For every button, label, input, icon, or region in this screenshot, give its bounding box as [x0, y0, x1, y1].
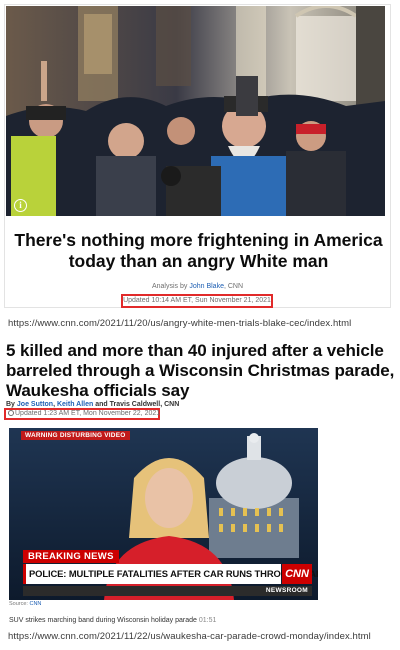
lower-third-caption: POLICE: MULTIPLE FATALITIES AFTER CAR RU…	[23, 564, 318, 584]
headline-2[interactable]: 5 killed and more than 40 injured after …	[6, 341, 398, 401]
author-link-1[interactable]: Joe Sutton	[17, 401, 53, 408]
byline-suffix: , CNN	[223, 283, 244, 290]
article-card-1: i There's nothing more frightening in Am…	[4, 4, 391, 308]
byline-prefix: Analysis by	[151, 283, 190, 290]
hero-photo[interactable]: i	[6, 6, 385, 216]
updated-timestamp: Updated 10:14 AM ET, Sun November 21, 20…	[121, 294, 273, 308]
crowd-photo-illustration	[6, 6, 385, 216]
cnn-logo: CNN	[282, 564, 312, 584]
video-player[interactable]: WARNING DISTURBING VIDEO BREAKING NEWS P…	[9, 428, 318, 600]
newsroom-label: NEWSROOM	[265, 587, 308, 594]
byline: Analysis by John Blake, CNN	[5, 283, 390, 290]
headline[interactable]: There's nothing more frightening in Amer…	[11, 230, 386, 272]
updated-timestamp-2: Updated 1:23 AM ET, Mon November 22, 202…	[4, 408, 160, 420]
article-url-2[interactable]: https://www.cnn.com/2021/11/22/us/waukes…	[8, 631, 371, 642]
info-icon[interactable]: i	[14, 199, 27, 212]
caption-text: SUV strikes marching band during Wiscons…	[9, 617, 197, 624]
source-link[interactable]: CNN	[29, 601, 41, 607]
updated-text: Updated 10:14 AM ET, Sun November 21, 20…	[123, 297, 271, 304]
video-source: Source: CNN	[9, 601, 41, 607]
author-link[interactable]: John Blake	[189, 283, 224, 290]
updated-text-2: Updated 1:23 AM ET, Mon November 22, 202…	[15, 410, 161, 417]
warning-badge: WARNING DISTURBING VIDEO	[21, 431, 130, 440]
byline-by: By	[6, 401, 17, 408]
video-duration: 01:51	[198, 617, 217, 624]
clock-icon	[8, 410, 14, 416]
byline-2: By Joe Sutton, Keith Allen and Travis Ca…	[6, 401, 179, 408]
video-caption: SUV strikes marching band during Wiscons…	[9, 617, 216, 624]
source-prefix: Source:	[9, 601, 30, 607]
byline-rest: and Travis Caldwell, CNN	[93, 401, 180, 408]
article-url-1[interactable]: https://www.cnn.com/2021/11/20/us/angry-…	[8, 318, 351, 329]
breaking-news-banner: BREAKING NEWS	[23, 550, 119, 563]
author-link-2[interactable]: Keith Allen	[57, 401, 93, 408]
